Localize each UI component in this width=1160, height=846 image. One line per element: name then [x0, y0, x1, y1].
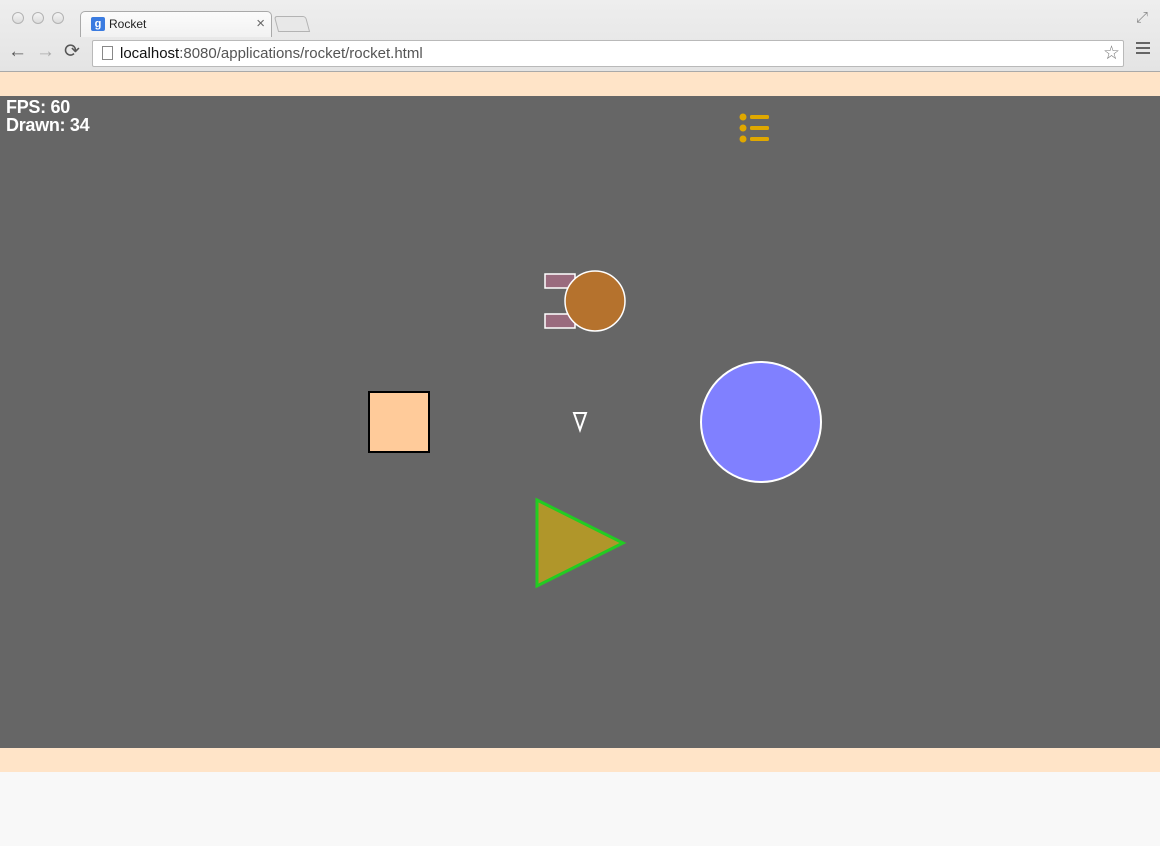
pointer-triangle	[572, 412, 588, 434]
window-zoom-button[interactable]	[52, 12, 64, 24]
new-tab-button[interactable]	[273, 16, 311, 32]
page-icon	[102, 46, 113, 60]
url-path: :8080/applications/rocket/rocket.html	[179, 45, 423, 62]
rocket-body	[564, 270, 626, 332]
triangle-shape	[535, 497, 627, 589]
back-button[interactable]: ←	[8, 40, 27, 64]
favicon-icon: g	[91, 17, 105, 31]
url-text: localhost:8080/applications/rocket/rocke…	[120, 45, 423, 62]
rocket-ship	[544, 270, 626, 332]
fullscreen-icon[interactable]: ⤢	[1136, 9, 1148, 26]
square-shape	[368, 391, 430, 453]
url-host: localhost	[120, 45, 180, 62]
game-stage[interactable]: FPS: 60 Drawn: 34	[0, 96, 1160, 748]
bottom-band	[0, 748, 1160, 772]
window-close-button[interactable]	[12, 12, 24, 24]
window-minimize-button[interactable]	[32, 12, 44, 24]
bookmark-star-icon[interactable]: ☆	[1103, 42, 1120, 65]
game-scene	[368, 270, 822, 589]
address-bar[interactable]: localhost:8080/applications/rocket/rocke…	[92, 40, 1124, 67]
browser-menu-button[interactable]	[1136, 42, 1150, 57]
circle-shape	[700, 361, 822, 483]
top-band	[0, 72, 1160, 96]
browser-tab[interactable]: g Rocket ×	[80, 11, 272, 37]
browser-chrome: g Rocket × ⤢ ← → ⟳ localhost:8080/applic…	[0, 0, 1160, 72]
tab-close-icon[interactable]: ×	[256, 15, 265, 32]
tab-title: Rocket	[109, 17, 147, 31]
forward-button[interactable]: →	[36, 40, 55, 64]
reload-button[interactable]: ⟳	[64, 40, 80, 64]
